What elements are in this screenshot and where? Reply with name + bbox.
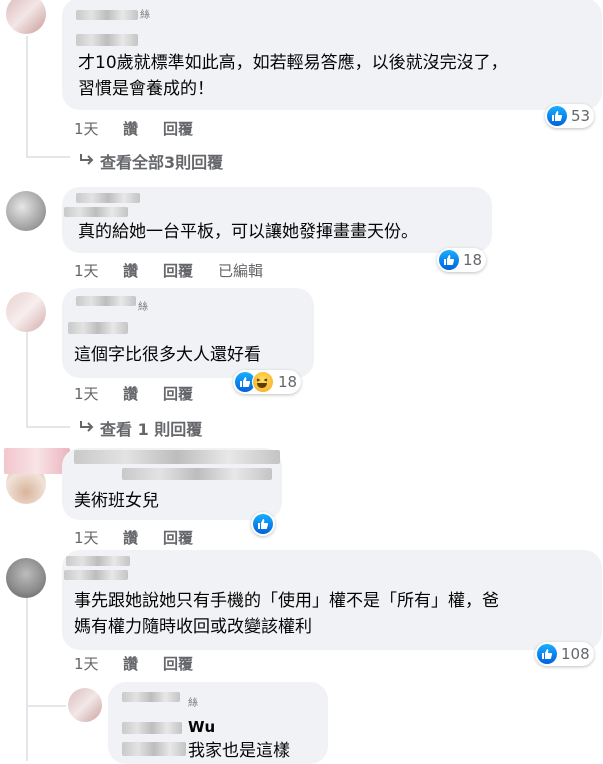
avatar[interactable] bbox=[6, 191, 46, 231]
comment-time[interactable]: 1天 bbox=[74, 383, 99, 404]
reply-button[interactable]: 回覆 bbox=[163, 260, 193, 281]
comment-time[interactable]: 1天 bbox=[74, 527, 99, 548]
comment-bubble: 真的給她一台平板，可以讓她發揮畫畫天份。 bbox=[62, 187, 492, 253]
reply-arrow-icon bbox=[78, 419, 100, 439]
comment-text-line: 美術班女兒 bbox=[74, 491, 159, 511]
author-name-partial: Wu bbox=[188, 718, 216, 736]
author-name-blurred[interactable] bbox=[76, 193, 140, 203]
reaction-summary[interactable]: 53 bbox=[545, 104, 595, 128]
reaction-count: 108 bbox=[561, 645, 590, 663]
avatar[interactable] bbox=[68, 688, 102, 722]
thumbs-up-icon bbox=[537, 644, 557, 664]
view-replies-label: 查看 1 則回覆 bbox=[100, 420, 203, 439]
thread-line bbox=[26, 426, 70, 428]
author-name-blurred[interactable] bbox=[4, 448, 70, 474]
comment-bubble: 絲 Wu 我家也是這樣 bbox=[108, 682, 328, 764]
author-name-blurred[interactable] bbox=[76, 296, 136, 306]
reaction-summary[interactable] bbox=[251, 512, 275, 536]
reaction-summary[interactable]: 18 bbox=[233, 370, 302, 394]
thumbs-up-icon bbox=[547, 106, 567, 126]
author-name-suffix: 絲 bbox=[188, 698, 198, 709]
comment-text-line: 媽有權力隨時收回或改變該權利 bbox=[74, 617, 312, 637]
thread-line bbox=[26, 332, 28, 426]
like-button[interactable]: 讚 bbox=[123, 527, 138, 548]
reply-button[interactable]: 回覆 bbox=[163, 383, 193, 404]
reaction-summary[interactable]: 18 bbox=[437, 248, 487, 272]
reaction-count: 53 bbox=[571, 107, 591, 125]
author-subtitle-blurred bbox=[76, 34, 138, 46]
thread-line bbox=[26, 598, 28, 761]
author-name-blurred[interactable] bbox=[66, 556, 130, 566]
reply-button[interactable]: 回覆 bbox=[163, 653, 193, 674]
comment-text-line: 事先跟她說她只有手機的「使用」權不是「所有」權，爸 bbox=[74, 591, 499, 611]
edited-label: 已編輯 bbox=[218, 262, 264, 280]
author-name-blurred bbox=[122, 742, 186, 756]
comment-bubble: 美術班女兒 bbox=[62, 448, 282, 520]
comment-text-line: 真的給她一台平板，可以讓她發揮畫畫天份。 bbox=[78, 222, 418, 242]
comment-time[interactable]: 1天 bbox=[74, 260, 99, 281]
author-name-blurred[interactable] bbox=[76, 10, 138, 20]
like-button[interactable]: 讚 bbox=[123, 383, 138, 404]
author-name-blurred bbox=[74, 450, 280, 464]
like-button[interactable]: 讚 bbox=[123, 118, 138, 139]
view-replies-link[interactable]: 查看全部3則回覆 bbox=[78, 149, 223, 173]
avatar[interactable] bbox=[6, 558, 46, 598]
thumbs-up-icon bbox=[439, 250, 459, 270]
author-subtitle-blurred bbox=[64, 207, 128, 217]
view-replies-link[interactable]: 查看 1 則回覆 bbox=[78, 416, 202, 440]
avatar[interactable] bbox=[6, 292, 46, 332]
comment-time[interactable]: 1天 bbox=[74, 118, 99, 139]
author-subtitle-blurred bbox=[64, 570, 128, 580]
thread-line bbox=[26, 156, 70, 158]
author-name-suffix: 絲 bbox=[138, 302, 148, 313]
comment-text-line: 才10歲就標準如此高，如若輕易答應，以後就沒完沒了， bbox=[78, 53, 508, 73]
comment-bubble: 絲 這個字比很多大人還好看 bbox=[62, 288, 314, 378]
thread-line bbox=[28, 705, 66, 707]
comment-bubble: 事先跟她說她只有手機的「使用」權不是「所有」權，爸 媽有權力隨時收回或改變該權利 bbox=[62, 550, 602, 650]
comment-bubble: 絲 才10歲就標準如此高，如若輕易答應，以後就沒完沒了， 習慣是會養成的！ bbox=[62, 0, 602, 110]
reaction-count: 18 bbox=[463, 251, 483, 269]
author-name-suffix: 絲 bbox=[140, 10, 150, 21]
like-button[interactable]: 讚 bbox=[123, 260, 138, 281]
comment-text-line: 這個字比很多大人還好看 bbox=[74, 345, 261, 365]
author-subtitle-blurred bbox=[122, 722, 182, 734]
like-button[interactable]: 讚 bbox=[123, 653, 138, 674]
reply-arrow-icon bbox=[78, 152, 100, 172]
author-subtitle-blurred bbox=[122, 468, 272, 480]
reaction-count: 18 bbox=[278, 373, 298, 391]
view-replies-label: 查看全部3則回覆 bbox=[100, 153, 224, 172]
comment-text-line: 我家也是這樣 bbox=[188, 741, 290, 761]
thumbs-up-icon bbox=[253, 514, 273, 534]
comment-text-line: 習慣是會養成的！ bbox=[78, 79, 214, 99]
author-subtitle-blurred bbox=[68, 322, 128, 334]
comment-time[interactable]: 1天 bbox=[74, 653, 99, 674]
author-name-blurred[interactable] bbox=[122, 692, 180, 702]
reply-button[interactable]: 回覆 bbox=[163, 527, 193, 548]
reaction-summary[interactable]: 108 bbox=[535, 642, 594, 666]
avatar[interactable] bbox=[6, 0, 46, 34]
thread-line bbox=[26, 36, 28, 156]
haha-face-icon bbox=[252, 371, 274, 393]
reply-button[interactable]: 回覆 bbox=[163, 118, 193, 139]
